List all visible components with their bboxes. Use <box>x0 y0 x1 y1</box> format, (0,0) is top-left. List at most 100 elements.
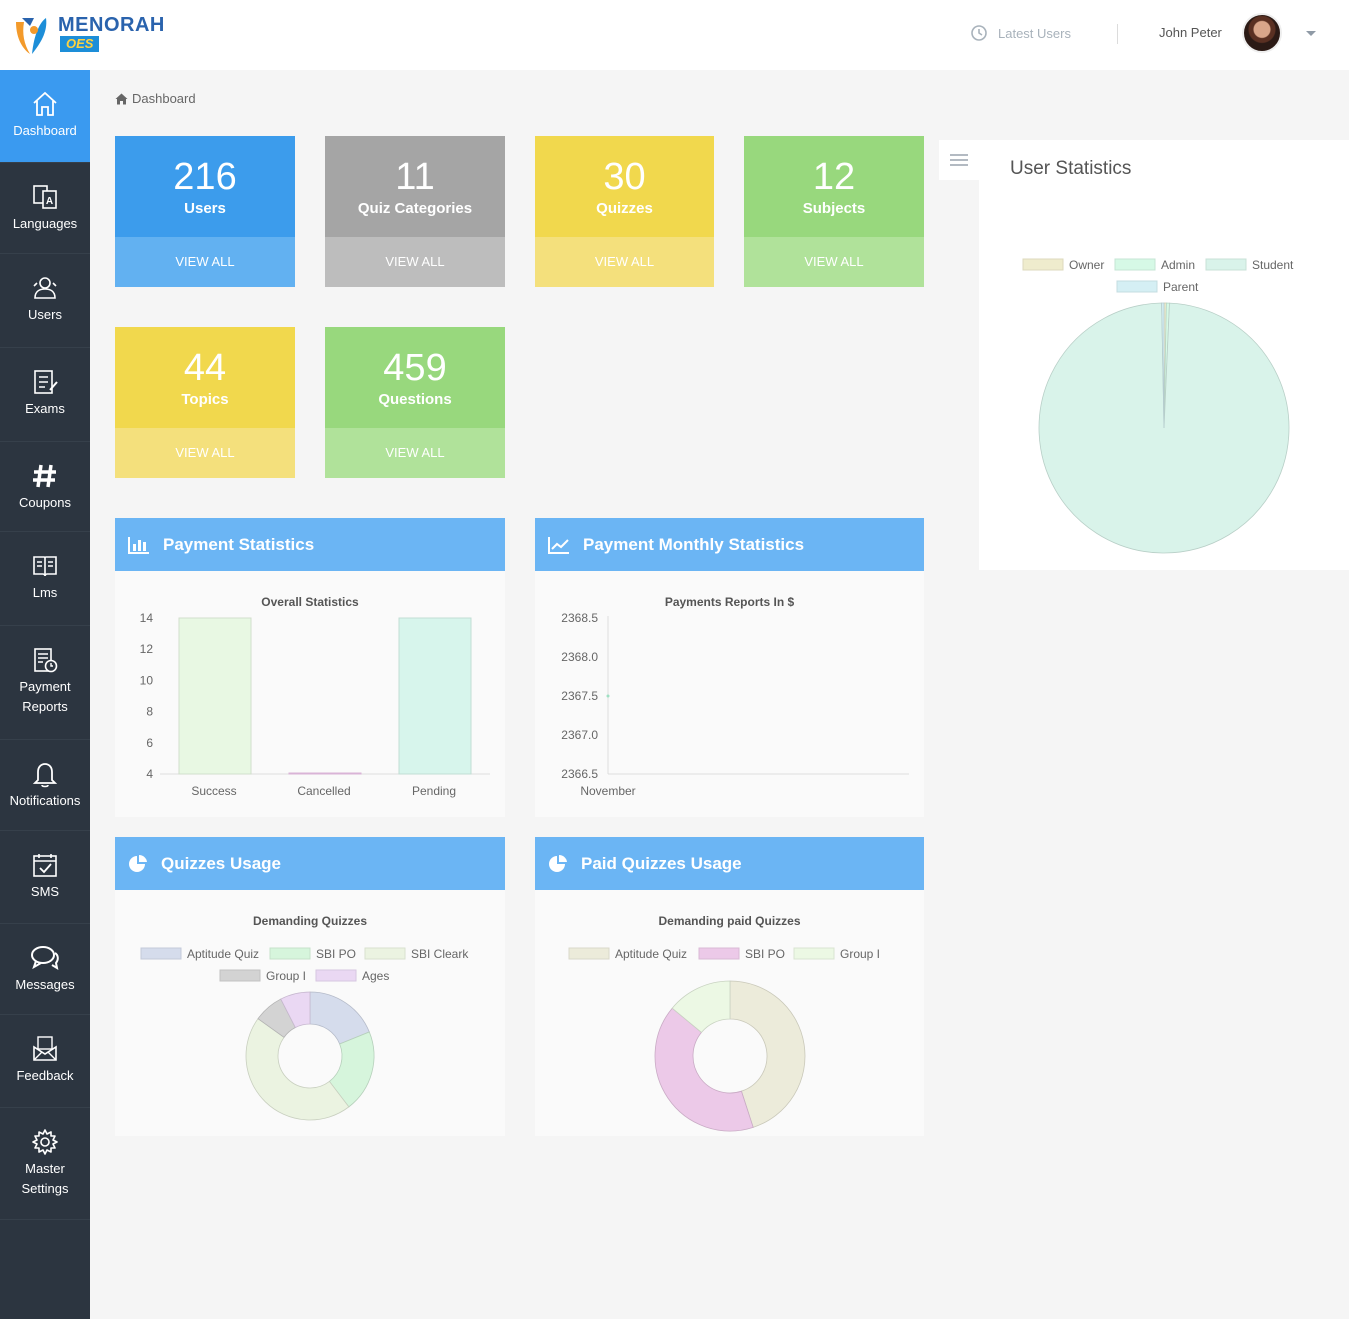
panel-header: Quizzes Usage <box>115 837 505 890</box>
header-divider <box>1117 24 1118 44</box>
view-all-quizzes-button[interactable]: VIEW ALL <box>535 237 714 287</box>
translate-icon: A <box>33 185 57 209</box>
y-tick-label: 14 <box>140 611 154 625</box>
legend-label: Ages <box>362 969 389 983</box>
panel-header: Paid Quizzes Usage <box>535 837 924 890</box>
top-header: MENORAH OES Latest Users John Peter <box>0 0 1349 70</box>
logo-subtext: OES <box>60 36 100 52</box>
envelope-icon <box>33 1036 57 1061</box>
report-clock-icon <box>34 648 58 673</box>
legend-swatch <box>698 947 740 960</box>
home-icon <box>115 93 128 104</box>
home-icon <box>33 91 57 116</box>
card-value: 44 <box>183 347 227 389</box>
legend-label: SBI Cleark <box>411 947 469 961</box>
sidebar-item-label: Languages <box>12 216 78 231</box>
hash-icon <box>33 464 56 488</box>
sidebar-item-payment-reports[interactable]: Payment Reports <box>0 626 90 740</box>
view-all-users-button[interactable]: VIEW ALL <box>115 237 295 287</box>
chevron-down-icon[interactable] <box>1306 31 1316 36</box>
legend-swatch <box>1205 258 1247 271</box>
card-value: 30 <box>603 156 646 198</box>
line-chart-icon <box>548 536 569 554</box>
sidebar-item-notifications[interactable]: Notifications <box>0 740 90 831</box>
sidebar-item-label: Payment Reports <box>19 679 71 714</box>
legend-swatch <box>1022 258 1064 271</box>
pie-chart-icon <box>129 854 147 872</box>
view-all-questions-button[interactable]: VIEW ALL <box>325 428 505 478</box>
panel-title: Payment Monthly Statistics <box>583 534 805 554</box>
sidebar-item-messages[interactable]: Messages <box>0 924 90 1015</box>
sidebar-item-coupons[interactable]: Coupons <box>0 442 90 532</box>
panel-title: Payment Statistics <box>163 534 315 554</box>
bar-pending <box>398 617 472 775</box>
panel-title: Quizzes Usage <box>161 853 281 873</box>
card-value: 11 <box>395 156 435 198</box>
sidebar-item-label: Master Settings <box>21 1161 69 1196</box>
breadcrumb-current[interactable]: Dashboard <box>132 91 196 106</box>
chat-icon <box>31 946 59 971</box>
legend-swatch <box>793 947 835 960</box>
bell-icon <box>32 763 58 788</box>
sidebar-item-master-settings[interactable]: Master Settings <box>0 1108 90 1220</box>
sidebar-item-label: Notifications <box>9 793 81 808</box>
legend-label: SBI PO <box>745 947 785 961</box>
demanding-quizzes-chart: Aptitude Quiz SBI PO SBI Cleark Group I Ages <box>140 947 469 1121</box>
menu-toggle-button[interactable] <box>939 140 979 180</box>
legend-swatch <box>568 947 610 960</box>
view-all-quiz-categories-button[interactable]: VIEW ALL <box>325 237 505 287</box>
legend-label: Admin <box>1161 258 1195 272</box>
y-tick-label: 2366.5 <box>561 767 598 781</box>
legend-swatch <box>1116 280 1158 293</box>
sidebar-item-exams[interactable]: Exams <box>0 348 90 442</box>
sidebar-item-lms[interactable]: Lms <box>0 532 90 626</box>
card-label: Users <box>184 200 226 217</box>
card-top: 12 Subjects <box>744 136 924 237</box>
payment-monthly-panel: Payment Monthly Statistics Payments Repo… <box>535 518 924 817</box>
card-top: 11 Quiz Categories <box>325 136 505 237</box>
legend-label: Student <box>1252 258 1294 272</box>
card-quizzes: 30 Quizzes VIEW ALL <box>535 136 714 287</box>
breadcrumb: Dashboard <box>115 91 196 106</box>
svg-text:A: A <box>46 196 53 207</box>
user-statistics-chart: Owner Admin Student Parent <box>1022 258 1294 554</box>
legend-swatch <box>140 947 182 960</box>
card-value: 12 <box>812 156 856 198</box>
panel-title: Paid Quizzes Usage <box>581 853 742 873</box>
user-name[interactable]: John Peter <box>1159 25 1222 40</box>
legend-swatch <box>1114 258 1156 271</box>
y-tick-label: 2367.0 <box>561 728 598 742</box>
gear-icon <box>32 1129 58 1155</box>
clock-icon <box>971 25 987 41</box>
avatar[interactable] <box>1242 13 1282 53</box>
card-label: Quizzes <box>596 200 653 217</box>
legend-label: Owner <box>1069 258 1104 272</box>
latest-users-label: Latest Users <box>998 25 1071 41</box>
panel-header: Payment Monthly Statistics <box>535 518 924 571</box>
legend-label: Parent <box>1163 280 1199 294</box>
sidebar-item-sms[interactable]: SMS <box>0 831 90 924</box>
y-tick-label: 2368.0 <box>561 650 598 664</box>
view-all-topics-button[interactable]: VIEW ALL <box>115 428 295 478</box>
logo-emblem-icon <box>16 18 47 54</box>
sidebar-item-languages[interactable]: A Languages <box>0 163 90 254</box>
card-questions: 459 Questions VIEW ALL <box>325 327 505 478</box>
sidebar-item-dashboard[interactable]: Dashboard <box>0 70 90 163</box>
sidebar-item-feedback[interactable]: Feedback <box>0 1015 90 1108</box>
legend-label: Aptitude Quiz <box>615 947 687 961</box>
y-tick-label: 12 <box>140 642 154 656</box>
sidebar-item-users[interactable]: Users <box>0 254 90 348</box>
card-subjects: 12 Subjects VIEW ALL <box>744 136 924 287</box>
brand-logo[interactable]: MENORAH OES <box>10 12 164 58</box>
legend-label: Group I <box>840 947 880 961</box>
sidebar-item-label: Exams <box>25 401 65 416</box>
x-tick-label: Success <box>191 784 236 798</box>
view-all-subjects-button[interactable]: VIEW ALL <box>744 237 924 287</box>
legend-label: Group I <box>266 969 306 983</box>
y-tick-label: 6 <box>146 736 153 750</box>
panel-header: Payment Statistics <box>115 518 505 571</box>
y-tick-label: 10 <box>140 673 154 687</box>
sidebar-item-label: Users <box>28 307 62 322</box>
legend-swatch <box>219 969 261 982</box>
latest-users-link[interactable]: Latest Users <box>970 23 1071 43</box>
